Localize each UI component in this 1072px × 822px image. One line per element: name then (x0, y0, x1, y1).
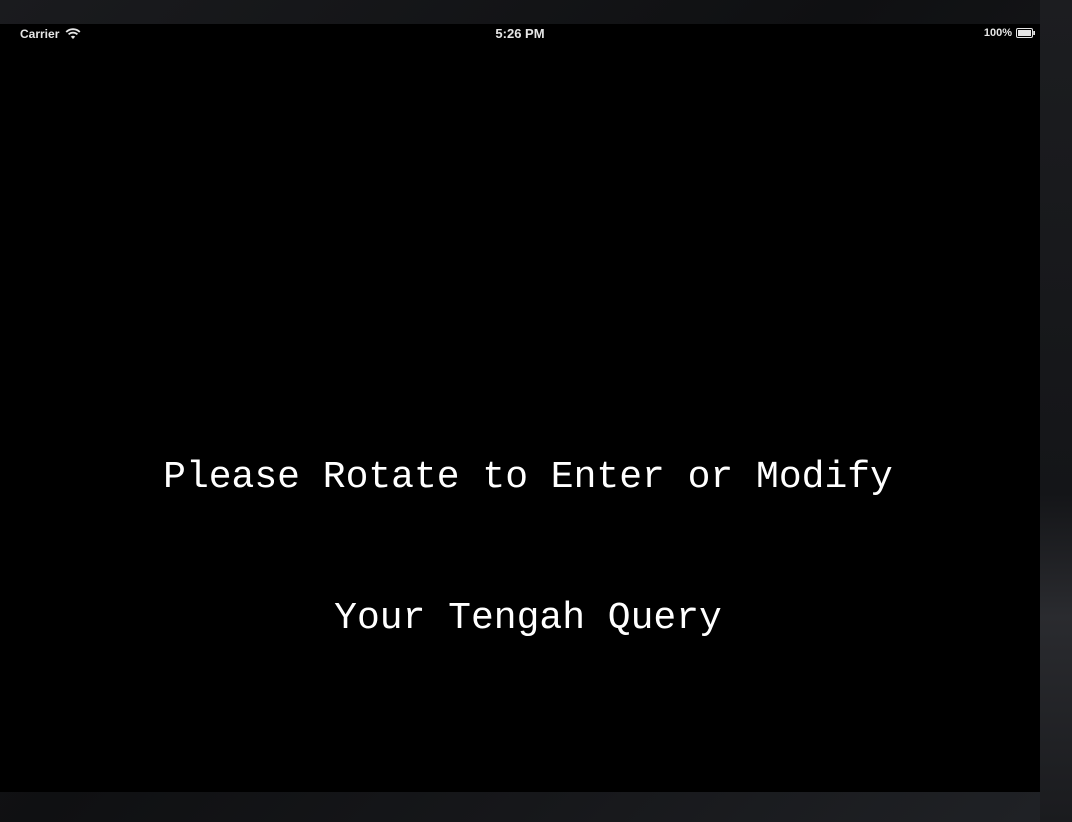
battery-indicator: 100% (984, 27, 1036, 39)
status-time: 5:26 PM (495, 26, 545, 41)
rotate-prompt: Please Rotate to Enter or Modify Your Te… (0, 360, 1040, 736)
battery-full-icon (1016, 28, 1036, 38)
battery-percent: 100% (983, 27, 1012, 39)
rotate-prompt-line-2: Your Tengah Query (334, 597, 722, 640)
bezel-edge (1040, 0, 1072, 822)
rotate-prompt-line-1: Please Rotate to Enter or Modify (163, 456, 893, 499)
status-bar: Carrier 5:26 PM 100% (0, 24, 1040, 44)
device-screen: Carrier 5:26 PM 100% Please Rotate to En… (0, 24, 1040, 792)
simulator-backdrop: { "status_bar": { "carrier": "Carrier", … (0, 0, 1072, 822)
